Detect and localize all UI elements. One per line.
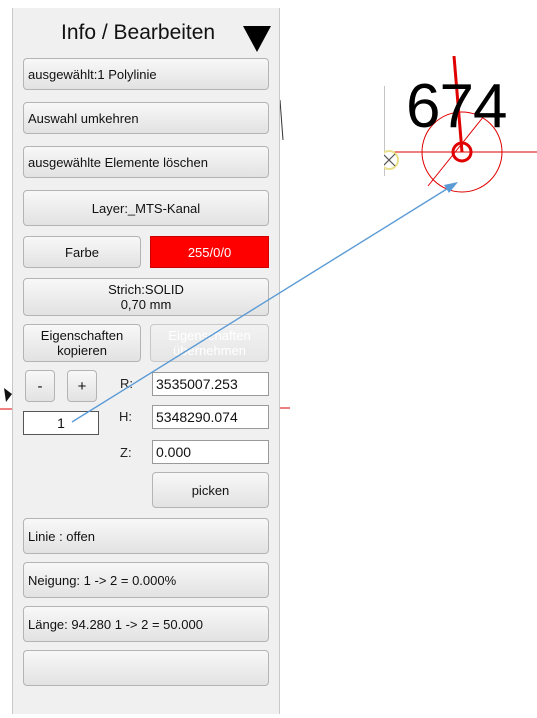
inset-number: 674 bbox=[406, 72, 507, 141]
previous-vertex-button[interactable]: - bbox=[25, 370, 55, 402]
apply-properties-line2: übernehmen bbox=[173, 343, 246, 358]
stroke-type-label: Strich:SOLID bbox=[108, 282, 184, 297]
line-status-label: Linie : offen bbox=[28, 528, 95, 544]
copy-properties-line2: kopieren bbox=[57, 343, 107, 358]
selection-info-label: ausgewählt:1 Polylinie bbox=[28, 66, 157, 82]
color-button[interactable]: Farbe bbox=[23, 236, 141, 268]
delete-selected-label: ausgewählte Elemente löschen bbox=[28, 154, 208, 170]
h-value: 5348290.074 bbox=[156, 409, 238, 425]
length-label: Länge: 94.280 1 -> 2 = 50.000 bbox=[28, 616, 203, 632]
info-edit-panel: Info / Bearbeiten ausgewählt:1 Polylinie… bbox=[12, 8, 280, 714]
vertex-index-value: 1 bbox=[57, 415, 65, 431]
pick-button[interactable]: picken bbox=[152, 472, 269, 508]
invert-selection-button[interactable]: Auswahl umkehren bbox=[23, 102, 269, 134]
z-coordinate-input[interactable]: 0.000 bbox=[152, 440, 269, 464]
zoom-inset: 674 bbox=[384, 56, 537, 216]
color-value: 255/0/0 bbox=[187, 244, 232, 260]
panel-title: Info / Bearbeiten bbox=[61, 21, 216, 44]
plus-label: + bbox=[77, 377, 87, 395]
r-coordinate-input[interactable]: 3535007.253 bbox=[152, 372, 269, 396]
color-label: Farbe bbox=[65, 244, 99, 260]
z-label: Z: bbox=[120, 445, 132, 460]
apply-properties-line1: Eigenschaften bbox=[168, 328, 251, 343]
h-label: H: bbox=[119, 409, 132, 424]
r-label: R: bbox=[120, 376, 133, 391]
color-swatch[interactable]: 255/0/0 bbox=[150, 236, 269, 268]
slope-button[interactable]: Neigung: 1 -> 2 = 0.000% bbox=[23, 562, 269, 598]
minus-label: - bbox=[37, 377, 43, 395]
next-vertex-button[interactable]: + bbox=[67, 370, 97, 402]
stroke-button[interactable]: Strich:SOLID 0,70 mm bbox=[23, 278, 269, 316]
collapse-triangle-icon[interactable] bbox=[243, 26, 271, 52]
layer-label: Layer:_MTS-Kanal bbox=[91, 200, 201, 216]
copy-properties-button[interactable]: Eigenschaften kopieren bbox=[23, 324, 141, 362]
vertex-index-field[interactable]: 1 bbox=[23, 411, 99, 435]
h-coordinate-input[interactable]: 5348290.074 bbox=[152, 405, 269, 429]
empty-info-button[interactable] bbox=[23, 650, 269, 686]
close-icon bbox=[384, 150, 399, 170]
stroke-width-label: 0,70 mm bbox=[120, 297, 172, 312]
selection-info-button[interactable]: ausgewählt:1 Polylinie bbox=[23, 58, 269, 90]
panel-header: Info / Bearbeiten bbox=[13, 8, 279, 52]
delete-selected-button[interactable]: ausgewählte Elemente löschen bbox=[23, 146, 269, 178]
layer-button[interactable]: Layer:_MTS-Kanal bbox=[23, 190, 269, 226]
slope-label: Neigung: 1 -> 2 = 0.000% bbox=[28, 572, 177, 588]
length-button[interactable]: Länge: 94.280 1 -> 2 = 50.000 bbox=[23, 606, 269, 642]
invert-selection-label: Auswahl umkehren bbox=[28, 110, 139, 126]
r-value: 3535007.253 bbox=[156, 376, 238, 392]
pick-label: picken bbox=[191, 482, 230, 498]
z-value: 0.000 bbox=[156, 444, 192, 460]
line-status-button[interactable]: Linie : offen bbox=[23, 518, 269, 554]
copy-properties-line1: Eigenschaften bbox=[40, 328, 124, 343]
apply-properties-button[interactable]: Eigenschaften übernehmen bbox=[150, 324, 269, 362]
